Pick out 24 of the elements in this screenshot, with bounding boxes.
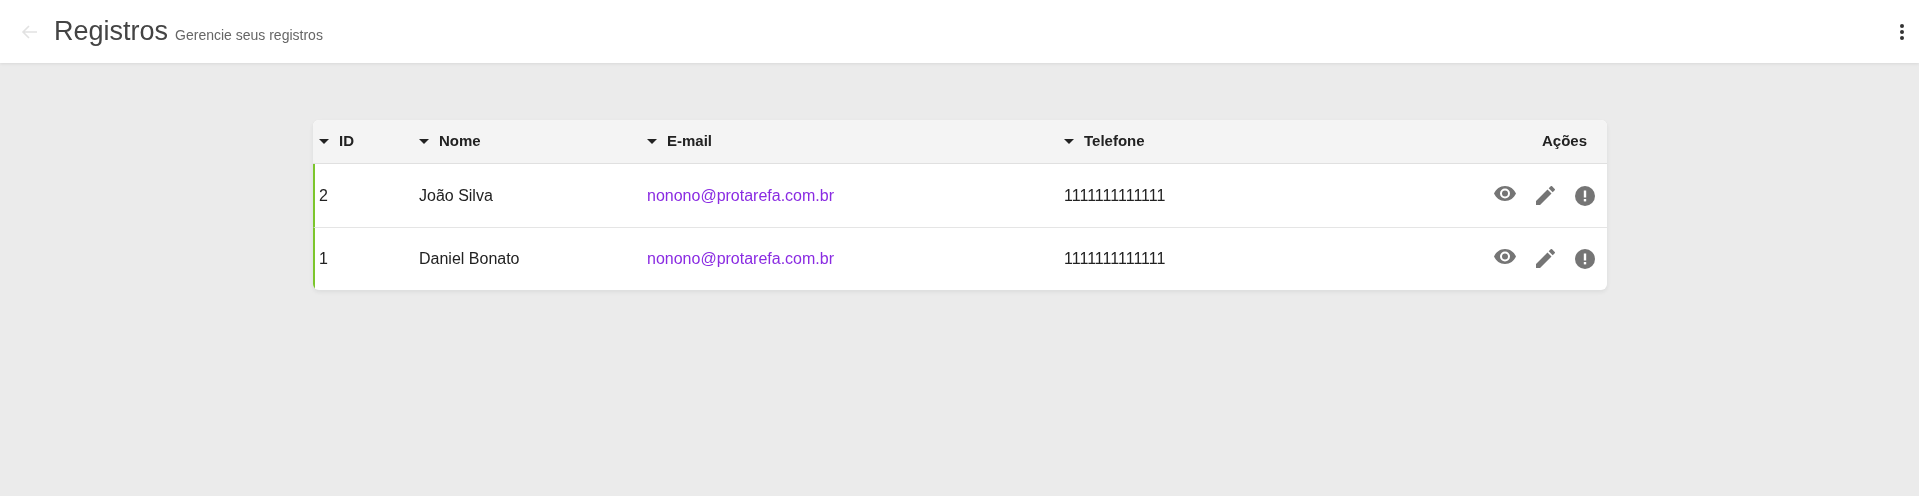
- page-subtitle: Gerencie seus registros: [175, 26, 323, 45]
- column-header[interactable]: E-mail: [667, 130, 712, 153]
- edit-pencil-icon[interactable]: [1536, 185, 1555, 206]
- column-header[interactable]: Nome: [439, 130, 481, 153]
- email-link[interactable]: nonono@protarefa.com.br: [647, 250, 834, 267]
- sort-caret-icon[interactable]: [1064, 139, 1074, 144]
- sort-caret-icon[interactable]: [647, 139, 657, 144]
- column-header[interactable]: Telefone: [1084, 130, 1145, 153]
- name-cell: Daniel Bonato: [419, 250, 520, 267]
- phone-cell: 1111111111111: [1064, 186, 1166, 204]
- back-arrow-icon: [21, 22, 39, 41]
- sort-caret-icon[interactable]: [419, 139, 429, 144]
- sort-caret-icon[interactable]: [319, 139, 329, 144]
- phone-cell: 1111111111111: [1064, 250, 1166, 267]
- email-link[interactable]: nonono@protarefa.com.br: [647, 186, 834, 204]
- column-header: Ações: [1541, 131, 1587, 152]
- page-title: Registros: [54, 15, 169, 49]
- id-cell: 2: [319, 186, 328, 204]
- alert-icon[interactable]: [1575, 249, 1595, 269]
- name-cell: João Silva: [419, 186, 493, 204]
- alert-icon[interactable]: [1575, 185, 1595, 206]
- column-header[interactable]: ID: [339, 130, 354, 153]
- id-cell: 1: [319, 250, 328, 267]
- edit-pencil-icon[interactable]: [1536, 249, 1555, 269]
